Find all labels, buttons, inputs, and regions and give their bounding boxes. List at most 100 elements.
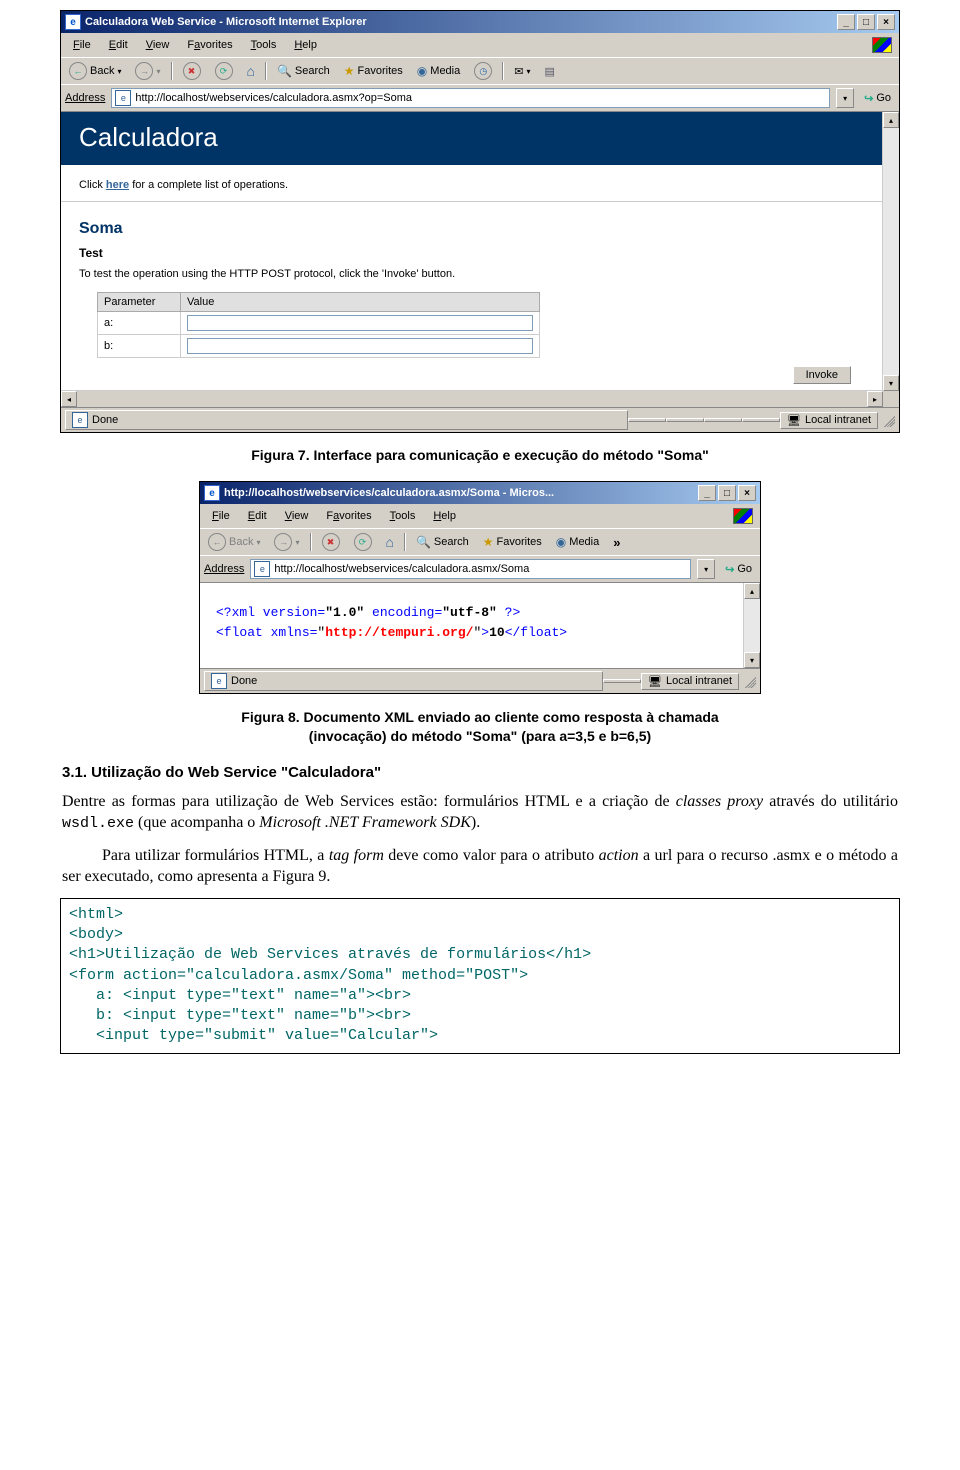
ie-app-icon: e [65,14,81,30]
status-page-icon: e [211,673,227,689]
toolbar: ←Back▾ →▾ ✖ ⟳ Search Favorites Media ◷ ✉… [61,57,899,84]
minimize-button[interactable]: _ [698,485,716,501]
go-button[interactable]: Go [860,91,895,106]
forward-button[interactable]: →▾ [131,60,164,82]
menu-favorites[interactable]: Favorites [179,37,240,53]
menu-tools[interactable]: Tools [243,37,285,53]
menu-favorites[interactable]: Favorites [318,508,379,524]
more-button[interactable] [609,533,624,552]
paragraph-1: Dentre as formas para utilização de Web … [62,791,898,835]
status-zone: Local intranet [666,675,732,687]
address-bar: Address e http://localhost/webservices/c… [61,84,899,111]
zone-icon [648,675,662,688]
menu-file[interactable]: File [65,37,99,53]
go-button[interactable]: Go [721,562,756,577]
close-button[interactable]: × [738,485,756,501]
home-button[interactable] [243,61,259,81]
scroll-up-button[interactable]: ▴ [744,583,760,599]
scroll-down-button[interactable]: ▾ [883,375,899,391]
menu-view[interactable]: View [277,508,317,524]
page-icon: e [254,561,270,577]
address-dropdown[interactable]: ▾ [697,559,715,579]
address-input[interactable]: e http://localhost/webservices/calculado… [250,559,691,579]
search-button[interactable]: Search [412,533,473,551]
address-dropdown[interactable]: ▾ [836,88,854,108]
menu-help[interactable]: Help [286,37,325,53]
address-label: Address [65,92,105,104]
maximize-button[interactable]: □ [857,14,875,30]
ie-window-2: e http://localhost/webservices/calculado… [199,481,761,694]
minimize-button[interactable]: _ [837,14,855,30]
figure-8-caption: Figura 8. Documento XML enviado ao clien… [60,708,900,746]
status-zone: Local intranet [805,414,871,426]
address-bar: Address e http://localhost/webservices/c… [200,555,760,582]
home-button[interactable] [382,532,398,552]
stop-button[interactable]: ✖ [179,60,205,82]
parameter-table: Parameter Value a: b: [97,292,540,358]
resize-grip[interactable] [881,413,895,427]
mail-button[interactable]: ✉▾ [510,63,534,80]
status-done: Done [92,414,118,426]
close-button[interactable]: × [877,14,895,30]
menubar: File Edit View Favorites Tools Help [61,33,899,57]
table-row: b: [98,335,540,358]
menu-file[interactable]: File [204,508,238,524]
scroll-right-button[interactable]: ▸ [867,391,883,407]
menu-edit[interactable]: Edit [101,37,136,53]
param-a-label: a: [98,312,181,335]
horizontal-scrollbar[interactable]: ◂ ▸ [61,390,899,407]
zone-icon [787,414,801,427]
menubar: File Edit View Favorites Tools Help [200,504,760,528]
address-input[interactable]: e http://localhost/webservices/calculado… [111,88,830,108]
titlebar: e http://localhost/webservices/calculado… [200,482,760,504]
menu-tools[interactable]: Tools [382,508,424,524]
content-area: Calculadora Click here for a complete li… [61,111,899,407]
vertical-scrollbar[interactable]: ▴ ▾ [882,112,899,391]
test-label: Test [79,246,881,260]
titlebar: e Calculadora Web Service - Microsoft In… [61,11,899,33]
param-b-input[interactable] [187,338,533,354]
media-button[interactable]: Media [552,533,603,551]
menu-edit[interactable]: Edit [240,508,275,524]
ie-app-icon: e [204,485,220,501]
th-value: Value [181,293,540,312]
refresh-button[interactable]: ⟳ [350,531,376,553]
favorites-button[interactable]: Favorites [340,62,407,80]
menu-view[interactable]: View [138,37,178,53]
media-button[interactable]: Media [413,62,464,80]
window-title: http://localhost/webservices/calculadora… [224,487,554,499]
search-button[interactable]: Search [273,62,334,80]
refresh-button[interactable]: ⟳ [211,60,237,82]
stop-button[interactable]: ✖ [318,531,344,553]
page-icon: e [115,90,131,106]
table-row: a: [98,312,540,335]
here-link[interactable]: here [106,179,129,191]
statusbar: e Done Local intranet [200,668,760,693]
resize-grip[interactable] [742,674,756,688]
favorites-button[interactable]: Favorites [479,533,546,551]
history-button[interactable]: ◷ [470,60,496,82]
code-listing: <html> <body> <h1>Utilização de Web Serv… [60,898,900,1054]
windows-flag-icon [730,506,756,526]
param-b-label: b: [98,335,181,358]
page-heading: Calculadora [61,112,899,165]
xml-response: <?xml version="1.0" encoding="utf-8" ?> … [200,583,743,668]
menu-help[interactable]: Help [425,508,464,524]
th-parameter: Parameter [98,293,181,312]
print-button[interactable] [540,63,558,80]
back-button[interactable]: ←Back▾ [65,60,125,82]
invoke-button[interactable]: Invoke [793,366,851,384]
forward-button[interactable]: →▾ [270,531,303,553]
scroll-down-button[interactable]: ▾ [744,652,760,668]
status-done: Done [231,675,257,687]
back-button[interactable]: ←Back▾ [204,531,264,553]
maximize-button[interactable]: □ [718,485,736,501]
vertical-scrollbar[interactable]: ▴ ▾ [743,583,760,668]
statusbar: eDone Local intranet [61,407,899,432]
scroll-up-button[interactable]: ▴ [883,112,899,128]
scroll-left-button[interactable]: ◂ [61,391,77,407]
address-url-text: http://localhost/webservices/calculadora… [274,563,529,575]
figure-7-caption: Figura 7. Interface para comunicação e e… [60,447,900,463]
param-a-input[interactable] [187,315,533,331]
operations-line: Click here for a complete list of operat… [61,165,899,201]
